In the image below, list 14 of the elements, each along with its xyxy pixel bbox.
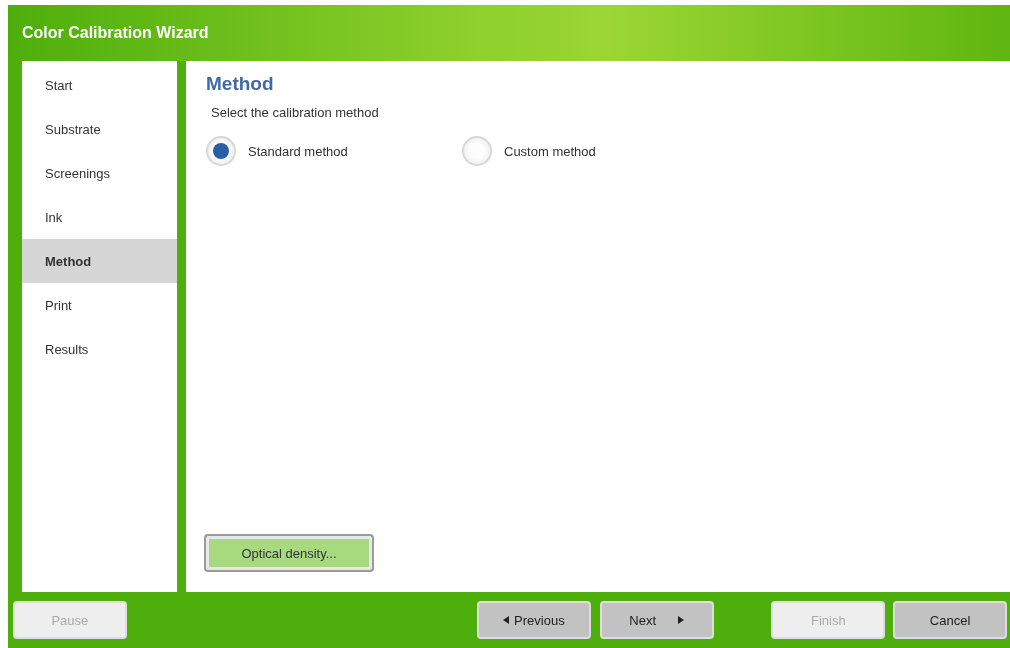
section-heading: Method bbox=[206, 73, 275, 95]
left-triangle-icon bbox=[503, 616, 510, 624]
instruction-text: Select the calibration method bbox=[211, 105, 380, 120]
step-item[interactable]: Method bbox=[22, 239, 177, 283]
radio-label: Custom method bbox=[504, 143, 596, 159]
footer-button[interactable]: Previous bbox=[477, 601, 591, 639]
radio-label: Standard method bbox=[248, 143, 348, 159]
right-triangle-icon bbox=[678, 616, 685, 624]
footer-button[interactable]: Next bbox=[599, 601, 714, 639]
footer-button[interactable]: Cancel bbox=[893, 601, 1007, 639]
window-title: Color Calibration Wizard bbox=[22, 24, 209, 42]
radio-button[interactable] bbox=[206, 136, 236, 166]
optical-density-button[interactable]: Optical density... bbox=[204, 534, 374, 572]
radio-button[interactable] bbox=[462, 136, 492, 166]
